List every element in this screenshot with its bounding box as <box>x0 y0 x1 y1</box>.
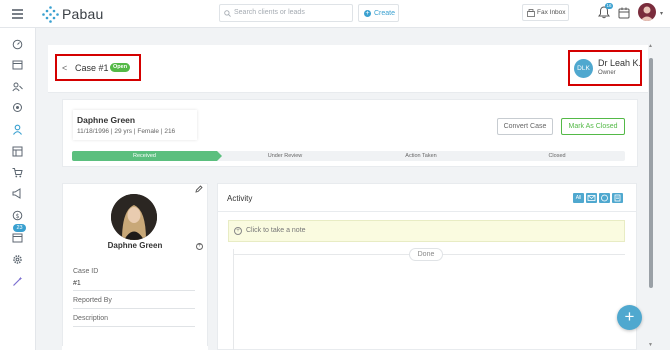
note-icon <box>614 194 621 202</box>
create-button[interactable]: + Create <box>358 4 399 22</box>
patient-name[interactable]: Daphne Green <box>77 115 135 125</box>
sidebar-schedule-icon[interactable] <box>12 232 23 243</box>
highlight-box-case-title <box>55 54 141 81</box>
case-id-label: Case ID <box>73 268 99 275</box>
add-note-icon[interactable]: + <box>234 227 242 235</box>
pabau-logo-icon <box>42 6 59 23</box>
scroll-up-icon[interactable]: ▲ <box>648 43 653 49</box>
filter-note-button[interactable] <box>612 193 623 203</box>
reported-by-label[interactable]: Reported By <box>73 297 112 304</box>
sidebar: $ <box>0 28 36 350</box>
client-profile-name: Daphne Green <box>107 241 163 250</box>
sidebar-finance-icon[interactable]: $ <box>12 210 23 221</box>
client-photo <box>111 194 157 240</box>
create-label: Create <box>374 9 396 17</box>
search-icon <box>224 9 231 17</box>
edit-icon[interactable] <box>195 185 203 193</box>
floating-add-button[interactable]: + <box>617 305 642 330</box>
search-placeholder: Search clients or leads <box>234 9 305 16</box>
scrollbar-thumb[interactable] <box>649 58 653 288</box>
description-label[interactable]: Description <box>73 315 108 322</box>
scroll-down-icon[interactable]: ▼ <box>648 342 653 348</box>
sidebar-dashboard-icon[interactable] <box>12 39 23 50</box>
progress-step-closed[interactable]: Closed <box>489 153 625 159</box>
mark-as-closed-button[interactable]: Mark As Closed <box>561 118 625 135</box>
activity-card <box>217 183 637 350</box>
progress-step-received[interactable]: Received <box>72 153 217 159</box>
progress-step-action-taken[interactable]: Action Taken <box>353 153 489 159</box>
convert-case-button[interactable]: Convert Case <box>497 118 553 135</box>
search-input[interactable]: Search clients or leads <box>219 4 353 22</box>
activity-timeline-line <box>233 249 234 350</box>
activity-title: Activity <box>227 194 253 203</box>
sidebar-settings-icon[interactable] <box>12 254 23 265</box>
sidebar-count-badge: 23 <box>13 224 26 232</box>
done-separator: Done <box>409 248 443 261</box>
activity-divider <box>218 211 636 212</box>
fax-icon <box>527 9 535 17</box>
reported-by-underline <box>73 308 195 309</box>
progress-step-under-review[interactable]: Under Review <box>217 153 353 159</box>
sidebar-marketing-icon[interactable] <box>12 102 23 113</box>
svg-text:$: $ <box>16 213 20 220</box>
add-icon[interactable]: + <box>196 243 203 250</box>
filter-email-button[interactable] <box>586 193 597 203</box>
fax-inbox-button[interactable]: Fax Inbox <box>522 4 569 21</box>
user-menu-caret-icon[interactable]: ▾ <box>660 10 663 17</box>
sidebar-magic-wand-icon[interactable] <box>12 276 23 287</box>
brand-name: Pabau <box>62 6 104 22</box>
filter-all-button[interactable]: All <box>573 193 584 203</box>
highlight-box-owner <box>568 50 642 86</box>
user-avatar[interactable] <box>638 3 656 21</box>
lower-card <box>62 346 208 350</box>
sidebar-clients-icon[interactable] <box>12 124 23 135</box>
filter-sms-button[interactable] <box>599 193 610 203</box>
case-id-underline <box>73 290 195 291</box>
case-id-value[interactable]: #1 <box>73 280 81 287</box>
plus-icon: + <box>364 10 371 17</box>
email-icon <box>587 195 596 201</box>
notification-badge: 16 <box>605 3 613 9</box>
sidebar-calendar-icon[interactable] <box>12 59 23 70</box>
menu-icon[interactable] <box>12 9 23 19</box>
sidebar-leads-icon[interactable] <box>12 81 23 92</box>
sidebar-reports-icon[interactable] <box>12 146 23 157</box>
description-underline <box>73 326 195 327</box>
sidebar-campaigns-icon[interactable] <box>12 188 23 199</box>
patient-meta: 11/18/1996 | 29 yrs | Female | 216 <box>77 128 176 135</box>
sidebar-shop-icon[interactable] <box>12 167 23 178</box>
chat-icon <box>601 194 608 202</box>
note-placeholder[interactable]: Click to take a note <box>246 227 306 234</box>
fax-inbox-label: Fax Inbox <box>537 9 566 16</box>
calendar-icon[interactable] <box>618 7 630 19</box>
